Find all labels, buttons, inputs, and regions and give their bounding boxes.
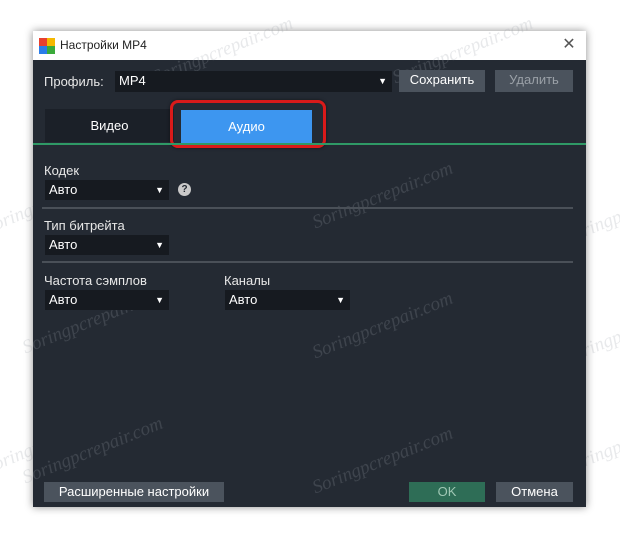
chevron-down-icon: ▼ bbox=[155, 240, 164, 250]
bitrate-type-value: Авто bbox=[49, 237, 78, 252]
channels-label: Каналы bbox=[224, 273, 271, 288]
codec-dropdown[interactable]: Авто ▼ bbox=[45, 180, 169, 200]
channels-dropdown[interactable]: Авто ▼ bbox=[225, 290, 350, 310]
sample-rate-value: Авто bbox=[49, 292, 78, 307]
sample-rate-label: Частота сэмплов bbox=[44, 273, 147, 288]
chevron-down-icon: ▼ bbox=[378, 76, 387, 86]
watermark: Soringpcrepair.com bbox=[19, 412, 166, 489]
delete-button[interactable]: Удалить bbox=[495, 70, 573, 92]
help-icon[interactable]: ? bbox=[178, 183, 191, 196]
divider bbox=[42, 261, 573, 263]
ok-button[interactable]: OK bbox=[409, 482, 485, 502]
profile-dropdown[interactable]: MP4 ▼ bbox=[115, 71, 392, 92]
sample-rate-dropdown[interactable]: Авто ▼ bbox=[45, 290, 169, 310]
app-icon bbox=[39, 38, 55, 54]
settings-dialog: Настройки MP4 ✕ Soringpcrepair.com Sorin… bbox=[19, 13, 586, 507]
chevron-down-icon: ▼ bbox=[155, 295, 164, 305]
highlight-frame bbox=[170, 100, 326, 148]
dialog-content: Soringpcrepair.com Soringpcrepair.com So… bbox=[19, 13, 586, 507]
cancel-button[interactable]: Отмена bbox=[496, 482, 573, 502]
profile-value: MP4 bbox=[119, 73, 146, 88]
codec-value: Авто bbox=[49, 182, 78, 197]
chevron-down-icon: ▼ bbox=[336, 295, 345, 305]
window-title: Настройки MP4 bbox=[60, 38, 147, 52]
tab-underline bbox=[33, 143, 586, 145]
channels-value: Авто bbox=[229, 292, 258, 307]
divider bbox=[42, 207, 573, 209]
save-button[interactable]: Сохранить bbox=[399, 70, 485, 92]
title-bar: Настройки MP4 ✕ bbox=[33, 31, 586, 60]
chevron-down-icon: ▼ bbox=[155, 185, 164, 195]
codec-label: Кодек bbox=[44, 163, 80, 178]
watermark: Soringpcrepair.com bbox=[309, 157, 456, 234]
profile-label: Профиль: bbox=[44, 74, 104, 89]
advanced-settings-button[interactable]: Расширенные настройки bbox=[44, 482, 224, 502]
bitrate-type-dropdown[interactable]: Авто ▼ bbox=[45, 235, 169, 255]
tab-video[interactable]: Видео bbox=[45, 109, 174, 142]
bitrate-type-label: Тип битрейта bbox=[44, 218, 125, 233]
close-icon[interactable]: ✕ bbox=[560, 35, 578, 55]
